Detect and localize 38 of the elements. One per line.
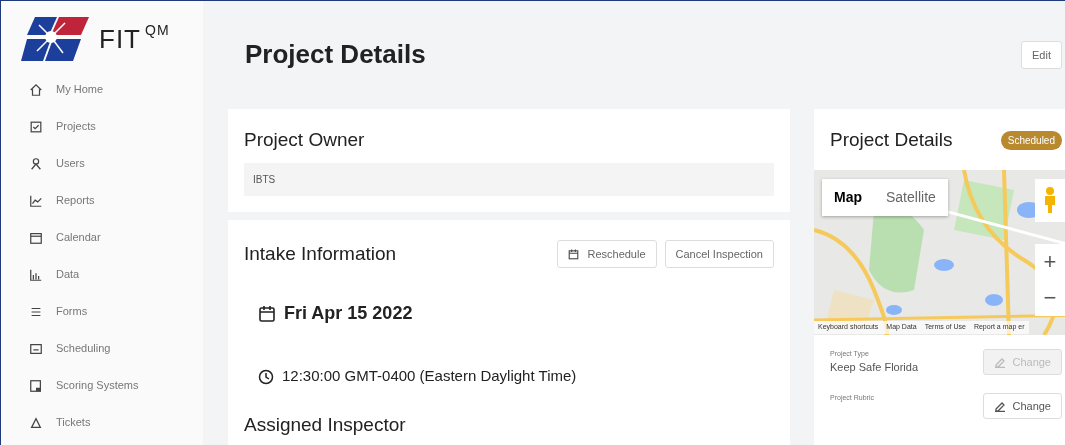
card-title: Intake Information (244, 242, 397, 266)
owner-field: IBTS (244, 162, 774, 196)
sidebar-item[interactable]: Data (56, 266, 80, 283)
field-value: Keep Safe Florida (830, 360, 919, 376)
sidebar-item[interactable]: Forms (56, 303, 88, 320)
inspection-time: 12:30:00 GMT-0400 (Eastern Daylight Time) (282, 366, 577, 387)
sidebar-item[interactable]: Tickets (56, 414, 91, 431)
user-icon (29, 156, 43, 171)
pencil-icon (994, 400, 1007, 413)
sidebar-item[interactable]: My Home (56, 81, 104, 98)
page-title: Project Details (245, 39, 426, 71)
chart-icon (29, 193, 43, 208)
edit-button[interactable]: Edit (1021, 40, 1062, 70)
clock-icon (258, 368, 274, 385)
sidebar-item[interactable]: Scoring Systems (56, 377, 139, 394)
bar-chart-icon (29, 267, 43, 282)
status-badge: Scheduled (1000, 130, 1062, 150)
card-title: Project Owner (244, 129, 366, 152)
map-type-tab[interactable]: Satellite (874, 178, 948, 216)
sidebar-item[interactable]: Scheduling (56, 340, 111, 357)
sidebar-item[interactable]: Projects (56, 118, 96, 135)
checkbox-icon (29, 119, 43, 134)
change-button[interactable]: Change (983, 392, 1062, 420)
action-button[interactable]: Reschedule (557, 239, 657, 269)
sidebar-item[interactable]: Users (56, 155, 85, 172)
inspection-date: Fri Apr 15 2022 (284, 302, 413, 326)
action-button[interactable]: Cancel Inspection (664, 239, 774, 269)
person-icon[interactable] (1043, 187, 1057, 214)
pencil-icon (994, 356, 1007, 369)
document-icon (29, 378, 43, 393)
sidebar-item[interactable]: Reports (56, 192, 95, 209)
logo-text: FIT$^{QM}$ (99, 26, 170, 52)
section-heading: Assigned Inspector (244, 413, 407, 437)
card-title: Project Details (830, 129, 953, 152)
home-icon (29, 82, 43, 97)
map-type-tab[interactable]: Map (822, 178, 874, 216)
sidebar-item[interactable]: Calendar (56, 229, 101, 246)
logo-icon (21, 17, 89, 61)
